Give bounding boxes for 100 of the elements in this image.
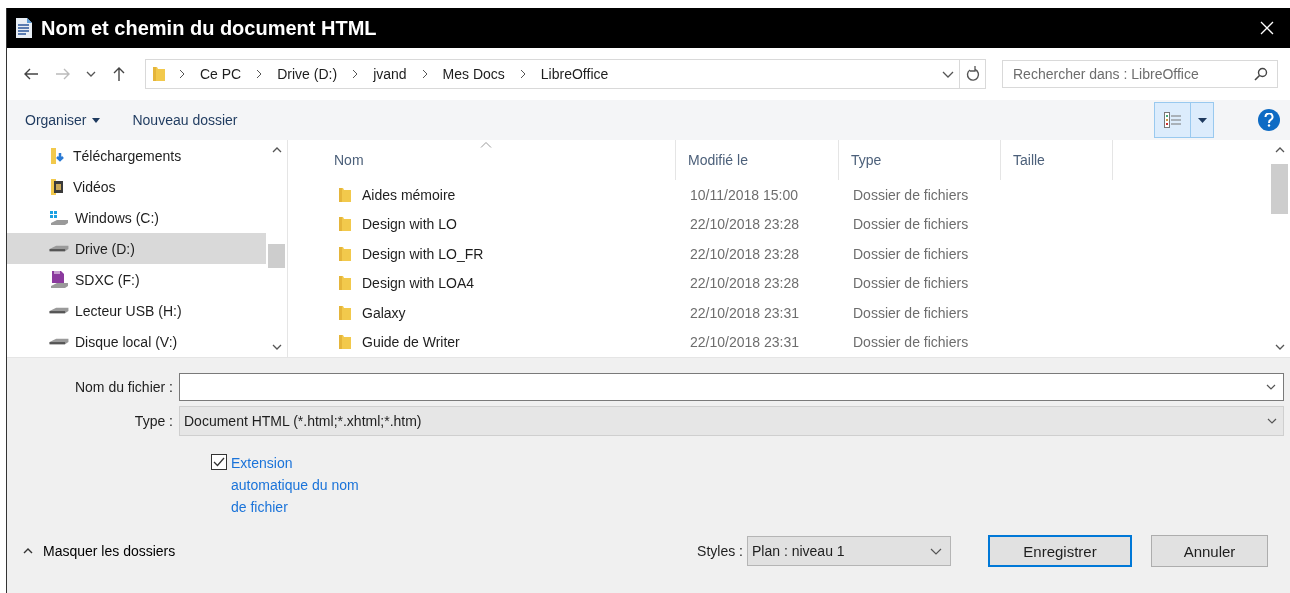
chevron-up-icon: [271, 147, 282, 153]
modified-date: 22/10/2018 23:31: [689, 334, 800, 351]
modified-date: 22/10/2018 23:28: [689, 275, 800, 292]
column-header[interactable]: Taille: [1001, 140, 1113, 180]
cancel-button[interactable]: Annuler: [1151, 535, 1268, 567]
chevron-down-icon: [1274, 344, 1285, 350]
view-options-control[interactable]: [1154, 102, 1214, 138]
file-name: Design with LO: [362, 216, 457, 233]
sidebar-item[interactable]: Lecteur USB (H:): [7, 295, 266, 326]
breadcrumb-item[interactable]: Drive (D:): [275, 66, 340, 82]
file-name: Galaxy: [362, 304, 406, 321]
column-header[interactable]: Modifié le: [676, 140, 839, 180]
chevron-down-icon: [1267, 418, 1277, 424]
drive-icon: [49, 307, 69, 314]
file-type: Dossier de fichiers: [852, 275, 970, 292]
checkbox-label[interactable]: Extension automatique du nom de fichier: [231, 452, 371, 518]
sidebar-item[interactable]: SDXC (F:): [7, 264, 266, 295]
file-row[interactable]: Design with LO 22/10/2018 23:28 Dossier de fichiers: [304, 209, 1269, 239]
chevron-down-icon: [1266, 384, 1276, 390]
folder-icon: [338, 334, 352, 351]
file-name: Guide de Writer: [362, 334, 460, 351]
save-button[interactable]: Enregistrer: [988, 535, 1132, 567]
breadcrumb-item[interactable]: Ce PC: [198, 66, 244, 82]
new-folder-button[interactable]: Nouveau dossier: [126, 108, 244, 132]
chevron-right-icon: [351, 69, 360, 79]
chevron-right-icon: [518, 69, 527, 79]
sort-ascending-icon: [480, 142, 492, 148]
file-name: Design with LOA4: [362, 275, 475, 292]
search-icon: [1254, 67, 1268, 81]
drive-icon: [49, 245, 69, 252]
file-name: Aides mémoire: [362, 186, 456, 203]
chevron-right-icon: [420, 69, 429, 79]
styles-dropdown[interactable]: Plan : niveau 1: [747, 536, 951, 566]
chevron-up-icon: [23, 548, 33, 554]
breadcrumb-item[interactable]: LibreOffice: [538, 66, 611, 82]
column-header[interactable]: Nom: [304, 140, 676, 180]
breadcrumb-item[interactable]: Mes Docs: [440, 66, 507, 82]
file-row[interactable]: Aides mémoire 10/11/2018 15:00 Dossier de fichiers: [304, 180, 1269, 210]
file-name-field[interactable]: [179, 373, 1284, 401]
sidebar-item[interactable]: Disque local (V:): [7, 326, 266, 357]
document-icon: [15, 17, 33, 39]
folder-icon: [152, 66, 166, 82]
address-bar[interactable]: Ce PC Drive (D:) jvand Mes Docs LibreOffice: [145, 59, 986, 89]
folder-icon: [338, 245, 352, 262]
file-row[interactable]: Design with LO_FR 22/10/2018 23:28 Dossier de fichiers: [304, 239, 1269, 269]
breadcrumb-item[interactable]: jvand: [371, 66, 409, 82]
help-button[interactable]: [1258, 109, 1280, 131]
file-type: Dossier de fichiers: [852, 245, 970, 262]
drive-icon: [49, 338, 69, 345]
folder-icon: [338, 216, 352, 233]
folder-icon: [338, 275, 352, 292]
caret-icon: [1197, 117, 1207, 123]
chevron-right-icon: [178, 69, 186, 79]
chevron-up-icon: [1274, 147, 1285, 153]
arrow-left-icon: [23, 68, 39, 80]
modified-date: 22/10/2018 23:31: [689, 304, 800, 321]
sidebar-item[interactable]: Windows (C:): [7, 202, 266, 233]
folder-icon: [338, 304, 352, 321]
window-title: Nom et chemin du document HTML: [41, 16, 378, 40]
arrow-up-icon: [113, 66, 125, 82]
chevron-right-icon: [255, 69, 264, 79]
file-row[interactable]: Galaxy 22/10/2018 23:31 Dossier de fichiers: [304, 298, 1269, 328]
arrow-right-icon: [55, 68, 71, 80]
checkbox[interactable]: [211, 454, 227, 470]
chevron-down-icon: [942, 70, 954, 78]
organize-menu-button[interactable]: Organiser: [19, 108, 107, 132]
file-type: Dossier de fichiers: [852, 216, 970, 233]
help-icon: [1264, 113, 1274, 127]
search-field[interactable]: Rechercher dans : LibreOffice: [1002, 60, 1278, 88]
caret-icon: [92, 117, 101, 123]
sidebar-item[interactable]: Drive (D:): [7, 233, 266, 264]
sidebar-item[interactable]: Vidéos: [7, 171, 266, 202]
modified-date: 22/10/2018 23:28: [689, 216, 800, 233]
file-type: Dossier de fichiers: [852, 334, 970, 351]
hide-folders-button[interactable]: Masquer les dossiers: [17, 539, 182, 563]
refresh-icon: [965, 66, 980, 82]
chevron-down-icon: [930, 547, 942, 555]
field-label: Nom du fichier :: [73, 379, 174, 395]
styles-label: Styles :: [697, 543, 743, 559]
sidebar-item[interactable]: Téléchargements: [7, 140, 266, 171]
file-type-dropdown[interactable]: Document HTML (*.html;*.xhtml;*.htm): [179, 406, 1284, 436]
field-label: Type :: [133, 413, 174, 429]
close-icon: [1260, 21, 1274, 35]
scroll-thumb[interactable]: [268, 244, 285, 268]
column-header[interactable]: Type: [839, 140, 1001, 180]
download-folder-icon: [49, 146, 67, 165]
file-row[interactable]: Guide de Writer 22/10/2018 23:31 Dossier de fichiers: [304, 327, 1269, 357]
windows-drive-icon: [49, 208, 69, 227]
chevron-down-icon: [271, 344, 282, 350]
scroll-thumb[interactable]: [1271, 164, 1288, 214]
checkmark-icon: [213, 457, 225, 467]
file-name: Design with LO_FR: [362, 245, 484, 262]
file-type: Dossier de fichiers: [852, 304, 970, 321]
modified-date: 10/11/2018 15:00: [689, 186, 799, 203]
sd-card-icon: [49, 269, 69, 290]
file-type: Dossier de fichiers: [852, 186, 970, 203]
file-row[interactable]: Design with LOA4 22/10/2018 23:28 Dossier de fichiers: [304, 268, 1269, 298]
modified-date: 22/10/2018 23:28: [689, 245, 800, 262]
folder-icon: [338, 186, 352, 203]
details-view-icon: [1163, 112, 1182, 128]
